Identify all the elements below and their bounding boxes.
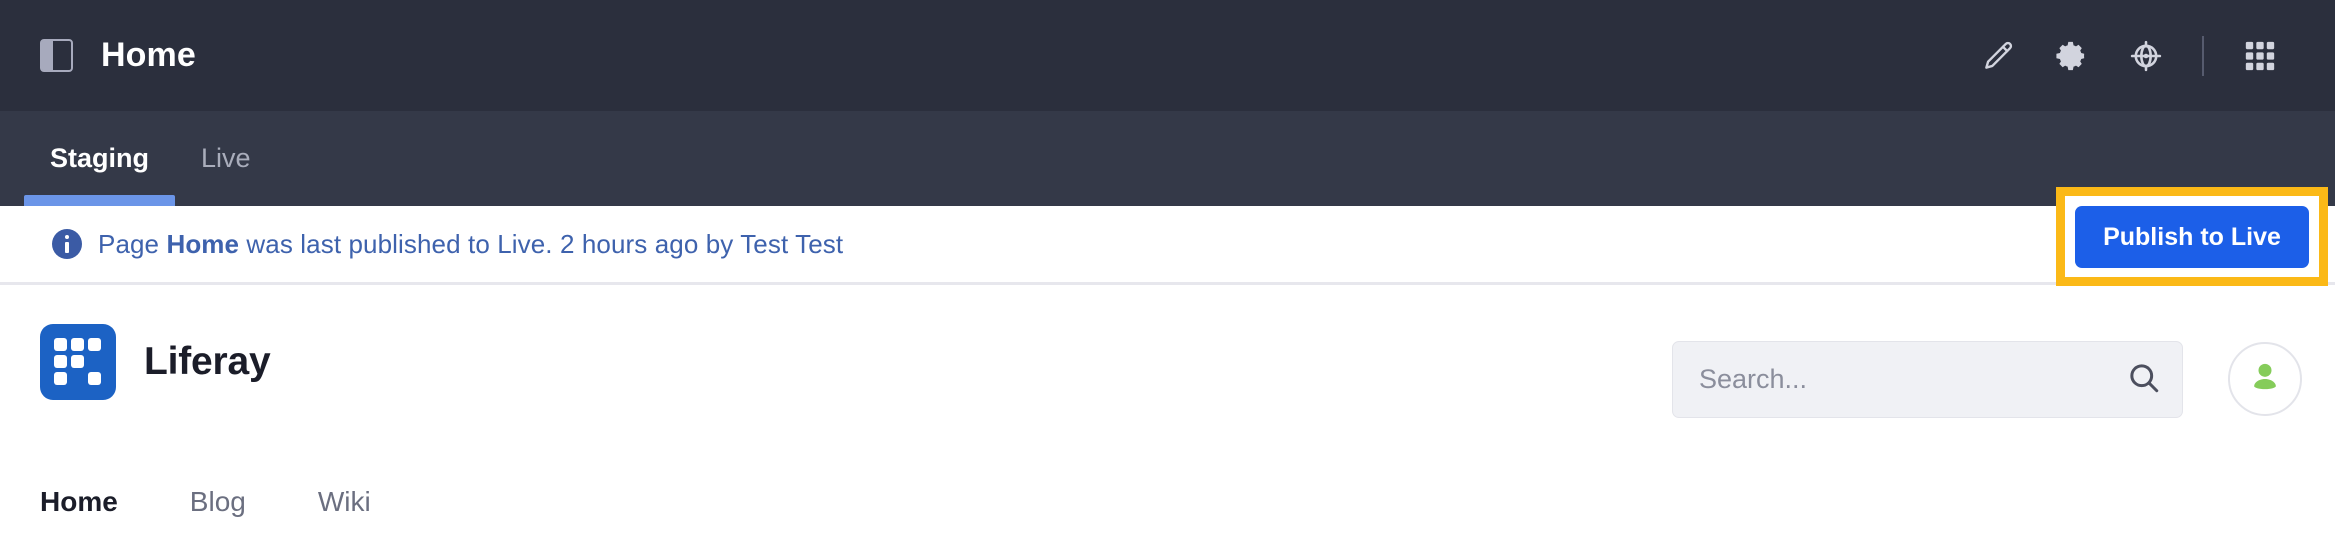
nav-item-home[interactable]: Home — [40, 486, 118, 518]
sidebar-panel-icon[interactable] — [40, 39, 73, 72]
target-globe-icon — [2129, 39, 2163, 73]
user-avatar-icon — [2245, 357, 2285, 402]
tab-staging-label: Staging — [50, 143, 149, 173]
edit-button[interactable] — [1961, 19, 2035, 93]
user-avatar[interactable] — [2228, 342, 2302, 416]
tab-live[interactable]: Live — [175, 111, 277, 206]
publish-status-text: Page Home was last published to Live. 2 … — [98, 229, 843, 260]
site-navigation: Home Blog Wiki — [0, 453, 2335, 550]
search-box — [1672, 341, 2183, 418]
tab-staging[interactable]: Staging — [24, 111, 175, 206]
product-bar-actions — [1961, 0, 2297, 111]
publish-to-live-button[interactable]: Publish to Live — [2075, 205, 2309, 268]
liferay-logo-icon — [40, 324, 116, 400]
publish-to-live-highlight: Publish to Live — [2056, 187, 2328, 286]
alert-suffix: was last published to Live. 2 hours ago … — [239, 228, 844, 259]
publish-status-message: Page Home was last published to Live. 2 … — [0, 229, 843, 260]
nav-item-wiki[interactable]: Wiki — [318, 486, 371, 518]
settings-button[interactable] — [2035, 19, 2109, 93]
staging-tabs: Staging Live — [24, 111, 277, 206]
site-brand[interactable]: Liferay — [40, 324, 271, 400]
product-bar-left: Home — [0, 36, 196, 75]
grid-apps-icon — [2243, 39, 2277, 73]
simulation-button[interactable] — [2109, 19, 2183, 93]
alert-page-name: Home — [166, 228, 240, 259]
product-menu-bar: Home — [0, 0, 2335, 111]
application-window: Home Staging Live Page Home was last pub… — [0, 0, 2335, 550]
publish-status-bar: Page Home was last published to Live. 2 … — [0, 206, 2335, 285]
nav-item-wiki-label: Wiki — [317, 485, 371, 517]
alert-prefix: Page — [98, 228, 167, 259]
search-icon — [2126, 360, 2162, 399]
toolbar-divider — [2202, 35, 2204, 76]
search-submit-button[interactable] — [2106, 342, 2182, 417]
staging-tab-bar: Staging Live — [0, 111, 2335, 206]
nav-item-blog[interactable]: Blog — [190, 486, 246, 518]
gear-icon — [2055, 39, 2089, 73]
tab-live-label: Live — [201, 143, 251, 173]
info-circle-icon — [52, 229, 82, 259]
nav-item-blog-label: Blog — [189, 485, 246, 517]
page-title: Home — [101, 36, 196, 74]
site-brand-name: Liferay — [144, 340, 271, 383]
pencil-icon — [1981, 39, 2015, 73]
applications-menu-button[interactable] — [2223, 19, 2297, 93]
search-input[interactable] — [1673, 342, 2106, 417]
nav-item-home-label: Home — [40, 485, 118, 517]
